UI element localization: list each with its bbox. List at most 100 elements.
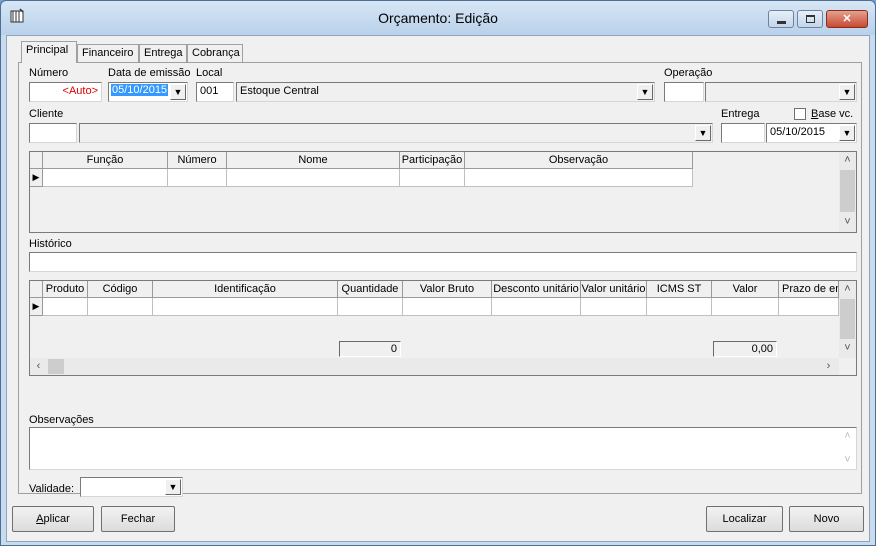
cliente-select[interactable]: ▼: [79, 123, 713, 143]
dropdown-arrow-icon[interactable]: ▼: [170, 84, 186, 100]
localizar-button[interactable]: Localizar: [706, 506, 783, 532]
table-cell[interactable]: [492, 298, 581, 316]
vertical-scrollbar[interactable]: ˄ ˅: [839, 281, 856, 358]
numero-field[interactable]: <Auto>: [29, 82, 102, 102]
scroll-up-icon[interactable]: ˄: [839, 152, 856, 169]
column-header-observacao[interactable]: Observação: [465, 152, 693, 169]
column-header-valor-bruto[interactable]: Valor Bruto: [403, 281, 492, 298]
column-header-numero[interactable]: Número: [168, 152, 227, 169]
table-cell[interactable]: [647, 298, 712, 316]
table-cell[interactable]: [779, 298, 839, 316]
table-cell[interactable]: [43, 169, 168, 187]
dropdown-arrow-icon[interactable]: ▼: [695, 125, 711, 141]
dropdown-arrow-icon[interactable]: ▼: [637, 84, 653, 100]
column-header-valor[interactable]: Valor: [712, 281, 779, 298]
column-header-produto[interactable]: Produto: [43, 281, 88, 298]
data-emissao-label: Data de emissão: [108, 67, 191, 79]
table-cell[interactable]: [581, 298, 647, 316]
column-header-nome[interactable]: Nome: [227, 152, 400, 169]
validade-select[interactable]: ▼: [80, 477, 183, 497]
scroll-down-icon[interactable]: ˅: [839, 340, 856, 357]
cliente-label: Cliente: [29, 108, 64, 120]
dropdown-arrow-icon[interactable]: ▼: [165, 479, 181, 495]
data-emissao-value: 05/10/2015: [111, 84, 169, 96]
local-code-field[interactable]: 001: [196, 82, 234, 102]
table-cell[interactable]: [338, 298, 403, 316]
participants-grid[interactable]: Função Número Nome Participação Observaç…: [29, 151, 857, 233]
table-cell[interactable]: [465, 169, 693, 187]
novo-button[interactable]: Novo: [789, 506, 864, 532]
entrega-code-field[interactable]: [721, 123, 765, 143]
historico-field[interactable]: [29, 252, 857, 272]
scroll-thumb[interactable]: [48, 359, 64, 374]
row-indicator-icon: ▶: [30, 298, 43, 316]
base-vc-label: Base vc.: [811, 108, 854, 120]
local-label: Local: [196, 67, 223, 79]
items-grid[interactable]: Produto Código Identificação Quantidade …: [29, 280, 857, 376]
table-cell[interactable]: [227, 169, 400, 187]
tab-panel-principal: Número Data de emissão Local Operação <A…: [18, 62, 862, 497]
maximize-icon: [805, 15, 815, 23]
aplicar-button[interactable]: Aplicar: [12, 506, 94, 532]
vertical-scrollbar[interactable]: ˄ ˅: [839, 428, 856, 469]
operacao-select[interactable]: ▼: [705, 82, 857, 102]
total-quantidade: 0: [339, 341, 401, 357]
tab-entrega[interactable]: Entrega: [139, 44, 187, 62]
data-emissao-field[interactable]: 05/10/2015 ▼: [108, 82, 188, 102]
local-name-value: Estoque Central: [240, 85, 319, 97]
fechar-button[interactable]: Fechar: [101, 506, 175, 532]
scroll-left-icon[interactable]: ‹: [30, 358, 47, 375]
tab-cobranca[interactable]: Cobrança: [187, 44, 243, 62]
local-select[interactable]: Estoque Central ▼: [236, 82, 655, 102]
minimize-button[interactable]: [768, 10, 794, 28]
column-header-icms-st[interactable]: ICMS ST: [647, 281, 712, 298]
title-bar[interactable]: Orçamento: Edição ✕: [1, 1, 875, 35]
column-header-valor-unitario[interactable]: Valor unitário: [581, 281, 647, 298]
table-cell[interactable]: [400, 169, 465, 187]
base-vc-checkbox[interactable]: [794, 108, 806, 120]
table-cell[interactable]: [43, 298, 88, 316]
table-cell[interactable]: [403, 298, 492, 316]
observacoes-field[interactable]: ˄ ˅: [29, 427, 857, 470]
column-header-codigo[interactable]: Código: [88, 281, 153, 298]
column-header-identificacao[interactable]: Identificação: [153, 281, 338, 298]
horizontal-scrollbar[interactable]: ‹ ›: [30, 358, 839, 375]
column-header-prazo[interactable]: Prazo de en: [779, 281, 839, 298]
column-header-participacao[interactable]: Participação: [400, 152, 465, 169]
numero-label: Número: [29, 67, 69, 79]
localizar-label: Localizar: [722, 513, 767, 525]
maximize-button[interactable]: [797, 10, 823, 28]
scroll-thumb[interactable]: [840, 170, 855, 212]
operacao-label: Operação: [664, 67, 713, 79]
table-cell[interactable]: [712, 298, 779, 316]
scroll-down-icon[interactable]: ˅: [839, 452, 856, 469]
entrega-date-value: 05/10/2015: [770, 126, 826, 138]
scroll-up-icon[interactable]: ˄: [839, 428, 856, 445]
dropdown-arrow-icon[interactable]: ▼: [839, 84, 855, 100]
close-icon: ✕: [842, 13, 852, 25]
close-button[interactable]: ✕: [826, 10, 868, 28]
scroll-up-icon[interactable]: ˄: [839, 281, 856, 298]
operacao-code-field[interactable]: [664, 82, 704, 102]
table-cell[interactable]: [168, 169, 227, 187]
observacoes-label: Observações: [29, 414, 94, 426]
column-header-quantidade[interactable]: Quantidade: [338, 281, 403, 298]
historico-label: Histórico: [29, 238, 72, 250]
tab-financeiro[interactable]: Financeiro: [77, 44, 139, 62]
base-vc-text: ase vc.: [818, 108, 854, 120]
column-header-desconto-unitario[interactable]: Desconto unitário: [492, 281, 581, 298]
tab-principal[interactable]: Principal: [21, 41, 77, 63]
cliente-code-field[interactable]: [29, 123, 77, 143]
entrega-date-field[interactable]: 05/10/2015 ▼: [766, 123, 857, 143]
entrega-label: Entrega: [721, 108, 760, 120]
scroll-right-icon[interactable]: ›: [820, 358, 837, 375]
scroll-down-icon[interactable]: ˅: [839, 214, 856, 231]
vertical-scrollbar[interactable]: ˄ ˅: [839, 152, 856, 232]
window-title: Orçamento: Edição: [378, 10, 498, 26]
grid-corner: [30, 281, 43, 298]
scroll-thumb[interactable]: [840, 299, 855, 339]
table-cell[interactable]: [88, 298, 153, 316]
table-cell[interactable]: [153, 298, 338, 316]
column-header-funcao[interactable]: Função: [43, 152, 168, 169]
dropdown-arrow-icon[interactable]: ▼: [839, 125, 855, 141]
